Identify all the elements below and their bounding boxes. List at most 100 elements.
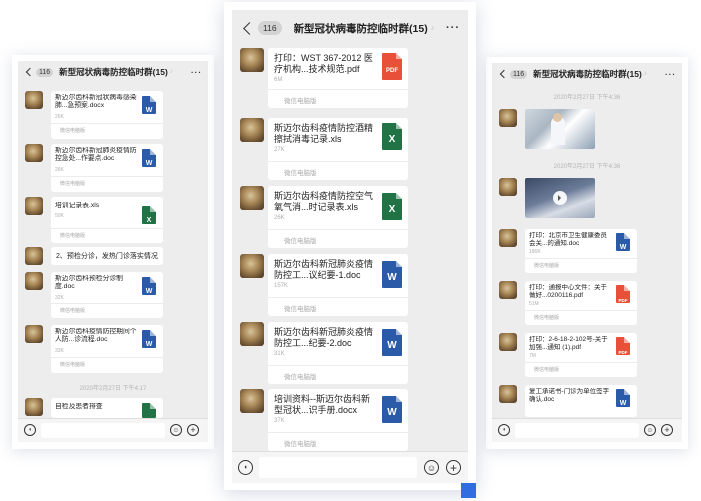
file-card[interactable]: 自检及患者排查 bbox=[51, 398, 163, 418]
chat-title: 新型冠状病毒防控临时群(15) bbox=[59, 67, 168, 77]
word-icon: W bbox=[382, 329, 402, 356]
file-card[interactable]: 打印：WST 367-2012 医疗机构...技术规范.pdf 6M PDF 微… bbox=[268, 48, 408, 108]
file-name: 斯迈尔齿科新冠肺炎疫情防控工...议纪要-1.doc bbox=[274, 259, 374, 281]
right-input-bar: ◖ ☺ + bbox=[492, 418, 682, 442]
file-message[interactable]: 打印：2-6-18-2-102号-关于加强...通知 (1).pdf 7M PD… bbox=[492, 333, 682, 381]
file-size: 157K bbox=[274, 283, 289, 289]
play-icon[interactable] bbox=[553, 191, 567, 205]
file-source: 微信电脑版 bbox=[284, 441, 317, 448]
video-message[interactable] bbox=[492, 178, 682, 222]
file-card[interactable]: 打印：北京市卫生健康委员会关...的通知.doc 186K W 微信电脑版 bbox=[525, 229, 637, 273]
file-size: 26K bbox=[55, 167, 64, 173]
image-message[interactable] bbox=[492, 109, 682, 153]
file-card[interactable]: 斯迈尔齿科新冠肺炎疫情防控急处...作要点.doc 26K W 微信电脑版 bbox=[51, 144, 163, 192]
message-input[interactable] bbox=[259, 457, 417, 478]
plus-icon[interactable]: + bbox=[661, 424, 673, 436]
unread-count-badge: 116 bbox=[510, 69, 528, 79]
file-message[interactable]: 打印：北京市卫生健康委员会关...的通知.doc 186K W 微信电脑版 bbox=[492, 229, 682, 277]
file-card[interactable]: 培训记录表.xls 50K X 微信电脑版 bbox=[51, 197, 163, 243]
voice-icon[interactable]: ◖ bbox=[24, 424, 36, 436]
file-message[interactable]: 斯迈尔齿科疫情防控酒精擦拭消毒记录.xls 27K X 微信电脑版 bbox=[232, 118, 468, 182]
back-icon[interactable] bbox=[243, 21, 256, 35]
video-thumbnail[interactable] bbox=[525, 178, 595, 218]
mute-icon: ♪ bbox=[430, 24, 435, 32]
file-card[interactable]: 打印：通报中心文件：关于做好...0200116.pdf 51M PDF 微信电… bbox=[525, 281, 637, 325]
divider bbox=[268, 89, 408, 90]
file-size: 50K bbox=[55, 213, 64, 219]
back-icon[interactable] bbox=[499, 69, 509, 79]
emoji-icon[interactable]: ☺ bbox=[424, 460, 439, 475]
word-icon: W bbox=[142, 96, 156, 114]
emoji-icon[interactable]: ☺ bbox=[170, 424, 182, 436]
file-source: 微信电脑版 bbox=[60, 233, 86, 239]
middle-message-feed: 打印：WST 367-2012 医疗机构...技术规范.pdf 6M PDF 微… bbox=[232, 46, 468, 451]
message-input[interactable] bbox=[515, 423, 639, 438]
back-icon[interactable] bbox=[25, 67, 35, 77]
file-message[interactable]: 斯迈尔齿科新冠肺炎疫情防控工...议纪要-1.doc 157K W 微信电脑版 bbox=[232, 254, 468, 318]
more-options-icon[interactable]: ··· bbox=[665, 70, 676, 79]
file-source: 微信电脑版 bbox=[284, 238, 317, 245]
plus-icon[interactable]: + bbox=[446, 460, 461, 475]
file-size: 37K bbox=[274, 418, 285, 424]
emoji-icon[interactable]: ☺ bbox=[644, 424, 656, 436]
photo-thumbnail[interactable] bbox=[525, 109, 595, 149]
file-name: 打印：通报中心文件：关于做好...0200116.pdf bbox=[529, 284, 607, 300]
file-card[interactable]: 斯迈尔齿科疫情防控酒精擦拭消毒记录.xls 27K X 微信电脑版 bbox=[268, 118, 408, 180]
word-icon: W bbox=[616, 233, 630, 251]
voice-icon[interactable]: ◖ bbox=[238, 460, 253, 475]
divider bbox=[51, 357, 163, 358]
file-name: 斯迈尔齿科预检分诊制度.doc bbox=[55, 275, 123, 291]
person-head bbox=[553, 113, 562, 122]
file-message[interactable]: 斯迈尔齿科新冠肺炎疫情防控工...纪要-2.doc 31K W 微信电脑版 bbox=[232, 322, 468, 386]
more-options-icon[interactable]: ··· bbox=[191, 68, 202, 77]
avatar bbox=[240, 254, 264, 278]
file-card[interactable]: 斯迈尔齿科疫情防控期间个人防...诊流程.doc 33K W 微信电脑版 bbox=[51, 325, 163, 373]
file-message[interactable]: 打印：通报中心文件：关于做好...0200116.pdf 51M PDF 微信电… bbox=[492, 281, 682, 329]
file-message[interactable]: 自检及患者排查 bbox=[18, 398, 208, 418]
file-source: 微信电脑版 bbox=[534, 367, 560, 373]
file-card[interactable]: 打印：2-6-18-2-102号-关于加强...通知 (1).pdf 7M PD… bbox=[525, 333, 637, 377]
pdf-icon: PDF bbox=[616, 285, 630, 303]
voice-icon[interactable]: ◖ bbox=[498, 424, 510, 436]
file-card[interactable]: 斯迈尔齿科新冠状病毒感染肺...急预案.docx 26K W 微信电脑版 bbox=[51, 91, 163, 139]
excel-icon: X bbox=[382, 193, 402, 220]
more-options-icon[interactable]: ··· bbox=[446, 22, 460, 34]
file-message[interactable]: 斯迈尔齿科疫情防控空气氧气消...时记录表.xls 26K X 微信电脑版 bbox=[232, 186, 468, 250]
file-size: 6M bbox=[274, 77, 283, 83]
plus-icon[interactable]: + bbox=[187, 424, 199, 436]
file-card[interactable]: 斯迈尔齿科新冠肺炎疫情防控工...议纪要-1.doc 157K W 微信电脑版 bbox=[268, 254, 408, 316]
avatar bbox=[25, 272, 43, 290]
file-source: 微信电脑版 bbox=[60, 362, 86, 368]
avatar bbox=[240, 48, 264, 72]
message-input[interactable] bbox=[41, 423, 165, 438]
avatar bbox=[499, 281, 517, 299]
divider bbox=[268, 432, 408, 433]
left-chat-header: 116 新型冠状病毒防控临时群(15) ♪ ··· bbox=[18, 61, 208, 83]
right-phone: 116 新型冠状病毒防控临时群(15) ♪ ··· 2020年2月27日 下午4… bbox=[486, 57, 688, 449]
file-card[interactable]: 斯迈尔齿科预检分诊制度.doc 32K W 微信电脑版 bbox=[51, 272, 163, 318]
excel-icon bbox=[142, 403, 156, 418]
file-message[interactable]: 斯迈尔齿科预检分诊制度.doc 32K W 微信电脑版 bbox=[18, 272, 208, 322]
file-message[interactable]: 斯迈尔齿科新冠状病毒感染肺...急预案.docx 26K W 微信电脑版 bbox=[18, 91, 208, 141]
text-bubble[interactable]: 2、预检分诊，发热门诊落实情况 bbox=[51, 247, 163, 265]
file-message[interactable]: 培训记录表.xls 50K X 微信电脑版 bbox=[18, 197, 208, 247]
excel-icon: X bbox=[142, 206, 156, 224]
mute-icon: ♪ bbox=[169, 69, 173, 75]
text-message[interactable]: 2、预检分诊，发热门诊落实情况 bbox=[18, 247, 208, 267]
right-message-feed: 2020年2月27日 下午4:36 2020年2月27日 下午4:36 打印：北… bbox=[492, 85, 682, 418]
file-card[interactable]: 斯迈尔齿科疫情防控空气氧气消...时记录表.xls 26K X 微信电脑版 bbox=[268, 186, 408, 248]
divider bbox=[51, 228, 163, 229]
file-card[interactable]: 复工承诺书-门诊为单位签字确认.doc W bbox=[525, 385, 637, 417]
file-message[interactable]: 打印：WST 367-2012 医疗机构...技术规范.pdf 6M PDF 微… bbox=[232, 48, 468, 112]
right-chat-header: 116 新型冠状病毒防控临时群(15) ♪ ··· bbox=[492, 63, 682, 85]
file-source: 微信电脑版 bbox=[534, 315, 560, 321]
left-message-feed: 斯迈尔齿科新冠状病毒感染肺...急预案.docx 26K W 微信电脑版 斯迈尔… bbox=[18, 83, 208, 418]
file-message[interactable]: 斯迈尔齿科疫情防控期间个人防...诊流程.doc 33K W 微信电脑版 bbox=[18, 325, 208, 375]
avatar bbox=[499, 178, 517, 196]
file-message[interactable]: 培训资料--斯迈尔齿科新型冠状...识手册.docx 37K W 微信电脑版 bbox=[232, 389, 468, 453]
file-card[interactable]: 培训资料--斯迈尔齿科新型冠状...识手册.docx 37K W 微信电脑版 bbox=[268, 389, 408, 451]
file-card[interactable]: 斯迈尔齿科新冠肺炎疫情防控工...纪要-2.doc 31K W 微信电脑版 bbox=[268, 322, 408, 384]
mute-icon: ♪ bbox=[643, 71, 647, 77]
file-source: 微信电脑版 bbox=[60, 308, 86, 314]
file-message[interactable]: 斯迈尔齿科新冠肺炎疫情防控急处...作要点.doc 26K W 微信电脑版 bbox=[18, 144, 208, 194]
